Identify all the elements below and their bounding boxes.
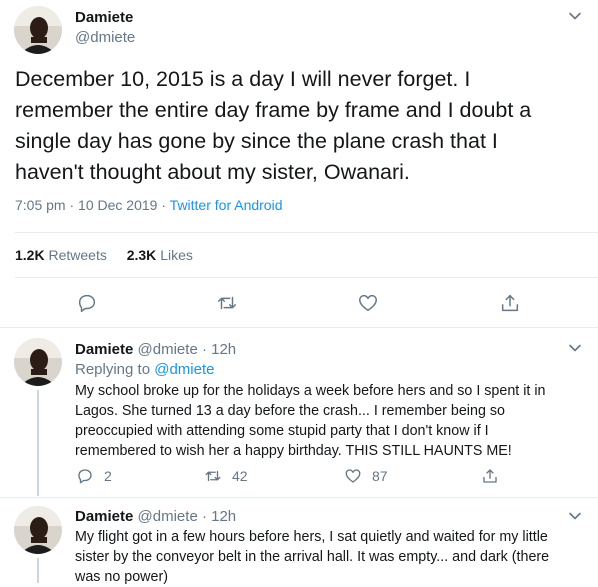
retweets-count: 1.2K [15,247,45,263]
reply-button[interactable]: 2 [76,467,112,485]
reply-text-line: My school broke up for the holidays a we… [75,383,546,399]
meta-separator: · [161,197,167,213]
avatar-reply[interactable] [14,338,62,386]
meta-separator: · [69,197,75,213]
tweet-time[interactable]: 7:05 pm [15,197,66,213]
tweet-text-line: remember the entire day frame by frame a… [15,98,532,122]
share-button[interactable] [499,292,521,314]
reply-time[interactable]: · 12h [202,508,236,525]
divider [15,232,598,233]
tweet-text-line: single day has gone by since the plane c… [15,129,498,153]
tweet-metadata: 7:05 pm · 10 Dec 2019 · Twitter for Andr… [15,197,282,213]
more-options-button[interactable] [565,6,585,26]
retweet-count: 42 [232,468,248,484]
divider [0,497,598,498]
reply-text-line: preoccupied with attending some stupid p… [75,423,489,439]
main-handle[interactable]: @dmiete [75,29,135,46]
retweets-stat[interactable]: 1.2K Retweets [15,247,111,263]
retweet-icon [218,296,236,310]
divider [15,277,598,278]
likes-stat[interactable]: 2.3K Likes [127,247,193,263]
replying-to-handle[interactable]: @dmiete [154,361,214,378]
reply-display-name[interactable]: Damiete [75,341,133,358]
heart-icon [359,294,377,312]
retweet-icon [205,470,221,482]
reply-text: My school broke up for the holidays a we… [75,381,545,461]
main-display-name[interactable]: Damiete [75,9,133,26]
tweet-text-line: haven't thought about my sister, Owanari… [15,160,410,184]
like-button[interactable] [357,292,379,314]
reply-handle[interactable]: @dmiete [138,341,198,358]
reply-button[interactable] [76,292,98,314]
reply-text-line: Lagos. She turned 13 a day before the cr… [75,403,505,419]
reply-text-line: was no power) [75,569,168,585]
thread-line [37,558,39,583]
reply-count: 2 [104,468,112,484]
divider [0,327,598,328]
retweets-label: Retweets [48,247,107,263]
like-button[interactable]: 87 [344,467,388,485]
reply-icon [78,294,96,312]
reply-text-line: sister by the conveyor belt in the arriv… [75,549,550,565]
reply-header: Damiete @dmiete · 12h [75,508,236,525]
tweet-text-line: December 10, 2015 is a day I will never … [15,67,471,91]
share-icon [501,294,519,312]
reply-text-line: remembered to wish her a happy birthday.… [75,443,512,459]
reply-time[interactable]: · 12h [202,341,236,358]
tweet-source-link[interactable]: Twitter for Android [170,197,283,213]
reply-text: My flight got in a few hours before hers… [75,527,549,587]
reply-handle[interactable]: @dmiete [138,508,198,525]
heart-icon [345,469,361,483]
replying-to: Replying to @dmiete [75,361,214,378]
retweet-button[interactable]: 42 [204,467,248,485]
tweet-stats: 1.2K Retweets 2.3K Likes [15,247,193,263]
likes-count: 2.3K [126,247,157,263]
share-button[interactable] [481,467,499,485]
replying-to-label: Replying to [75,361,151,378]
more-options-button[interactable] [565,338,585,358]
chevron-down-icon [569,512,581,520]
main-tweet-text: December 10, 2015 is a day I will never … [15,64,531,188]
reply-icon [78,469,92,484]
likes-label: Likes [160,247,193,263]
like-count: 87 [372,468,388,484]
reply-text-line: My flight got in a few hours before hers… [75,529,548,545]
reply-display-name[interactable]: Damiete [75,508,133,525]
chevron-down-icon [569,12,581,20]
retweet-button[interactable] [216,292,238,314]
tweet-date[interactable]: 10 Dec 2019 [78,197,157,213]
share-icon [483,469,497,483]
reply-header: Damiete @dmiete · 12h [75,341,236,358]
thread-line [37,390,39,496]
more-options-button[interactable] [565,506,585,526]
avatar-main[interactable] [14,6,62,54]
chevron-down-icon [569,344,581,352]
avatar-reply[interactable] [14,506,62,554]
